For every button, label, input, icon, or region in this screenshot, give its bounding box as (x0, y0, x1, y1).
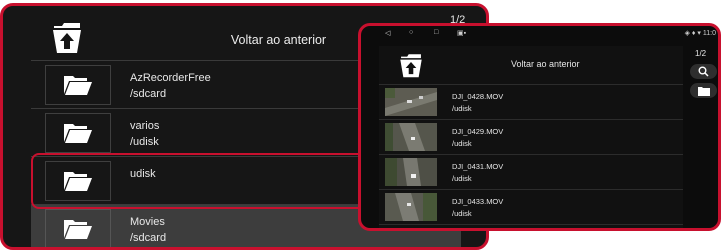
video-thumbnail (385, 193, 437, 221)
notification-icon: ▣▪ (457, 30, 467, 37)
file-name: DJI_0429.MOV (452, 127, 504, 136)
signal-icon: ◈ ♦ ▾ (684, 30, 701, 37)
video-thumbnail (385, 158, 437, 186)
folder-icon (64, 124, 92, 143)
item-name: Movies (130, 216, 165, 228)
folder-icon (64, 76, 92, 95)
status-bar: ◁ ○ □ ▣▪ ◈ ♦ ▾ 11:0 (361, 26, 718, 42)
item-name: varios (130, 120, 160, 132)
video-list: Voltar ao anterior DJI_0428.MOV /udisk D… (379, 46, 683, 228)
file-path: /udisk (452, 139, 472, 148)
status-icons: ◈ ♦ ▾ 11:0 (685, 29, 716, 37)
video-thumbnail (385, 88, 437, 116)
search-button[interactable] (690, 64, 717, 79)
back-nav-icon[interactable]: ◁ (385, 29, 390, 37)
video-thumbnail (385, 123, 437, 151)
file-path: /udisk (452, 174, 472, 183)
item-path: /sdcard (130, 88, 167, 100)
back-label: Voltar ao anterior (511, 59, 580, 69)
folder-icon (64, 220, 92, 239)
video-list-panel: ◁ ○ □ ▣▪ ◈ ♦ ▾ 11:0 Voltar ao anterior D… (358, 23, 721, 231)
search-icon (698, 66, 709, 77)
highlight-outline (31, 153, 383, 209)
folder-icon (697, 86, 710, 96)
home-nav-icon[interactable]: ○ (409, 29, 413, 36)
item-path: /udisk (130, 136, 159, 148)
folder-button[interactable] (690, 83, 717, 98)
file-path: /udisk (452, 209, 472, 218)
file-row[interactable]: DJI_0431.MOV /udisk (379, 155, 683, 190)
file-row[interactable]: DJI_0429.MOV /udisk (379, 120, 683, 155)
item-name: AzRecorderFree (130, 72, 211, 84)
file-name: DJI_0431.MOV (452, 162, 504, 171)
status-time: 11:0 (702, 30, 716, 37)
recents-nav-icon[interactable]: □ (434, 29, 438, 36)
file-name: DJI_0433.MOV (452, 197, 504, 206)
folder-up-icon (400, 54, 422, 78)
file-row[interactable]: DJI_0433.MOV /udisk (379, 190, 683, 225)
back-button[interactable]: Voltar ao anterior (379, 46, 683, 85)
file-name: DJI_0428.MOV (452, 92, 504, 101)
file-path: /udisk (452, 104, 472, 113)
page-indicator: 1/2 (695, 49, 707, 58)
item-path: /sdcard (130, 232, 167, 244)
file-row[interactable]: DJI_0428.MOV /udisk (379, 85, 683, 120)
